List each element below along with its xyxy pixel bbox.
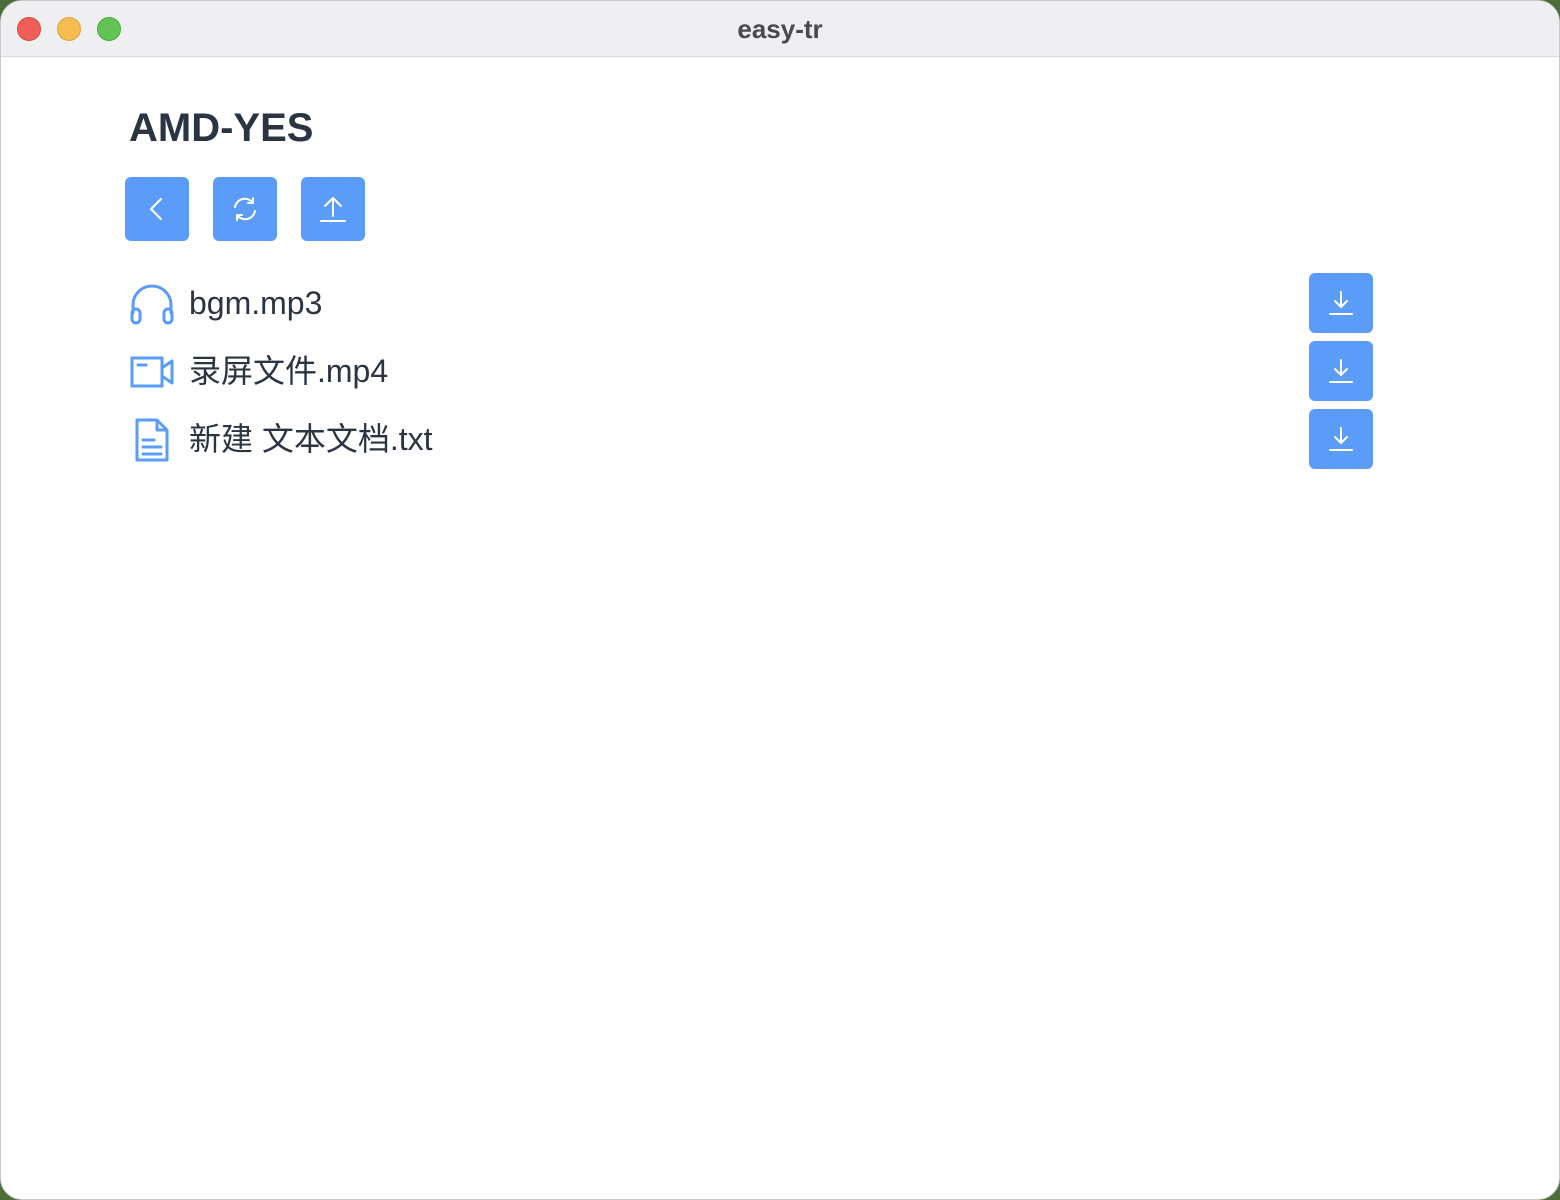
refresh-icon bbox=[234, 197, 256, 221]
title-bar: easy-tr bbox=[1, 1, 1559, 57]
file-name[interactable]: bgm.mp3 bbox=[189, 273, 322, 333]
upload-button[interactable] bbox=[301, 177, 365, 241]
download-button[interactable] bbox=[1309, 409, 1373, 469]
window-title: easy-tr bbox=[737, 14, 823, 44]
folder-title: AMD-YES bbox=[129, 106, 314, 150]
upload-icon bbox=[320, 197, 346, 222]
app-window: easy-tr AMD-YES bgm.mp3 录屏文件.mp4 新建 文本文档… bbox=[0, 0, 1560, 1200]
file-name[interactable]: 录屏文件.mp4 bbox=[189, 341, 388, 401]
back-button[interactable] bbox=[125, 177, 189, 241]
download-icon bbox=[1329, 427, 1353, 451]
file-row[interactable]: bgm.mp3 bbox=[125, 273, 1375, 333]
refresh-button[interactable] bbox=[213, 177, 277, 241]
chevron-left-icon bbox=[149, 197, 163, 221]
download-icon bbox=[1329, 359, 1353, 383]
download-button[interactable] bbox=[1309, 273, 1373, 333]
download-icon bbox=[1329, 291, 1353, 315]
download-button[interactable] bbox=[1309, 341, 1373, 401]
file-row[interactable]: 新建 文本文档.txt bbox=[125, 409, 1375, 469]
file-row[interactable]: 录屏文件.mp4 bbox=[125, 341, 1375, 401]
headphones-icon bbox=[129, 283, 175, 325]
video-camera-icon bbox=[129, 351, 175, 393]
document-icon bbox=[129, 418, 175, 462]
file-name[interactable]: 新建 文本文档.txt bbox=[189, 409, 433, 469]
main-content: AMD-YES bgm.mp3 录屏文件.mp4 新建 文本文档.txt bbox=[1, 57, 1559, 1199]
